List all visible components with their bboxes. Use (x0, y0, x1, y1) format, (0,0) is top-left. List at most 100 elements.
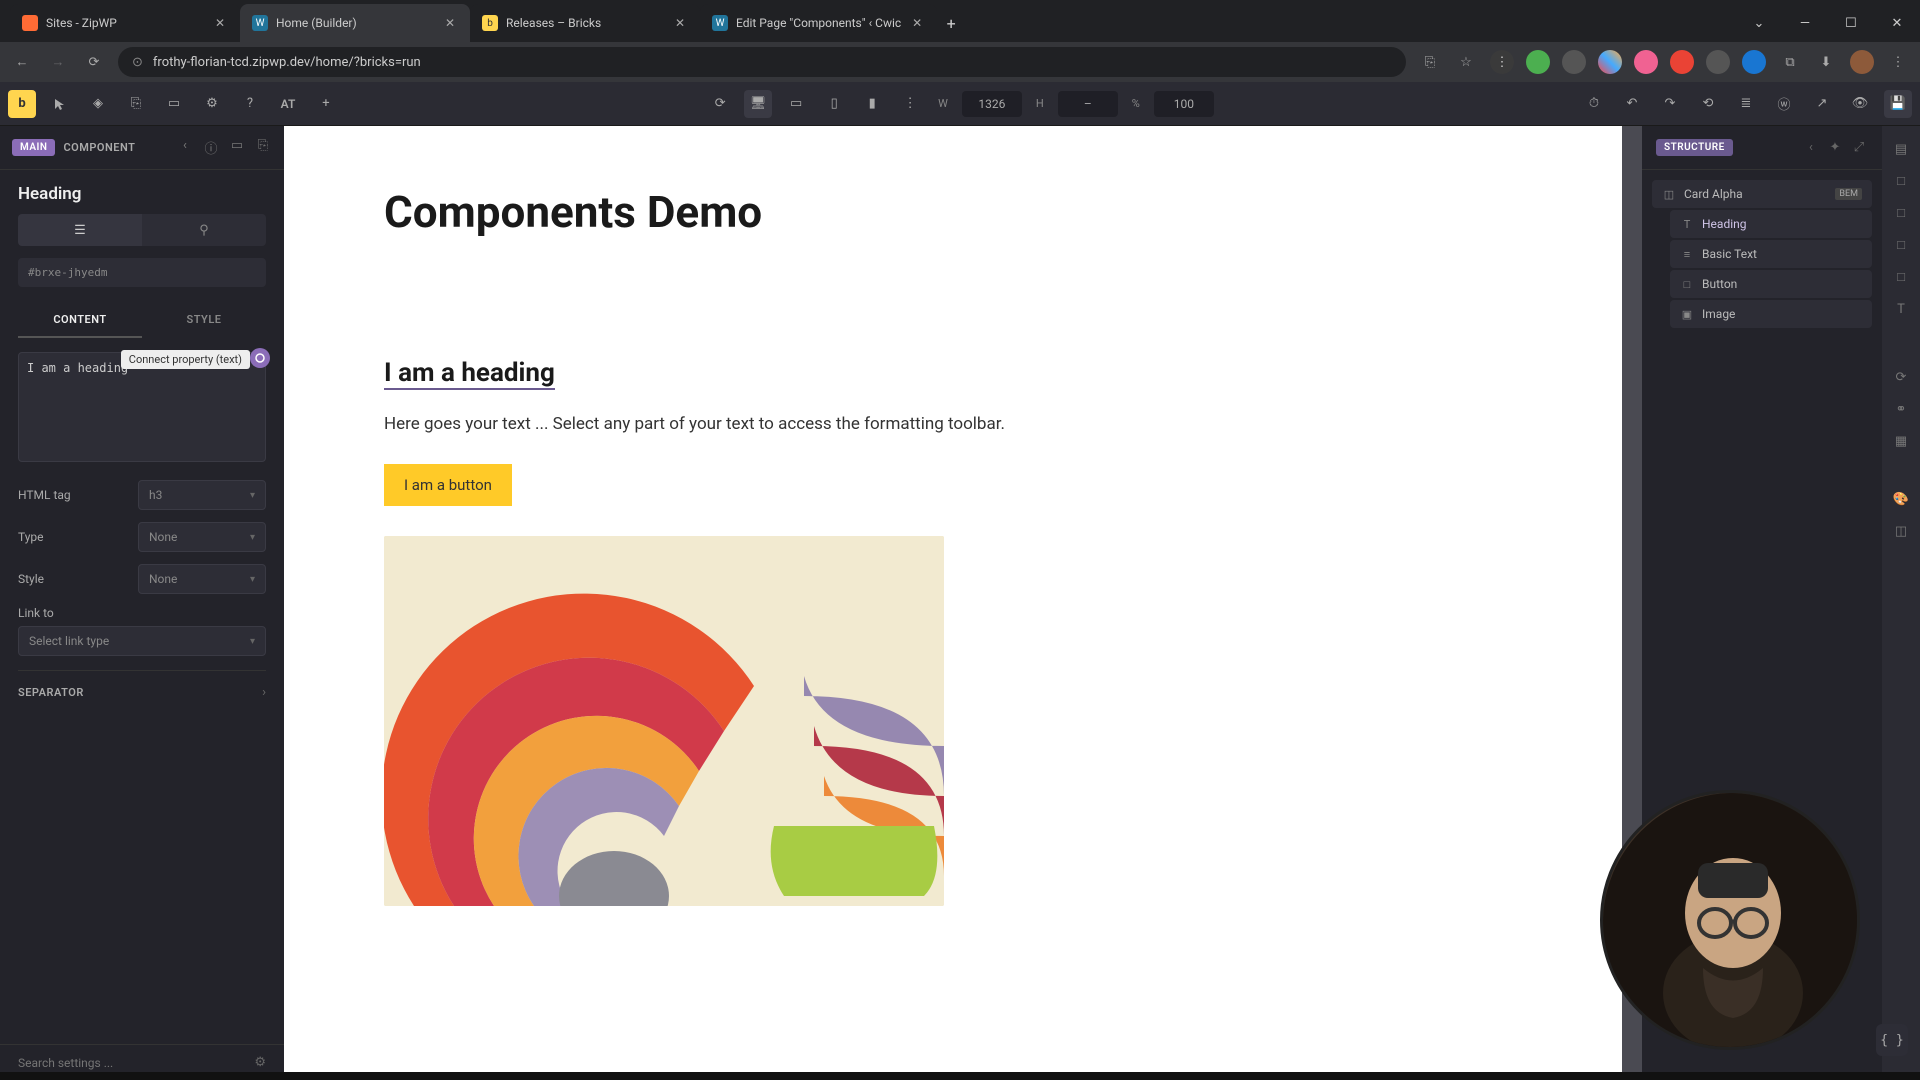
expand-icon[interactable]: ⤢ (1850, 140, 1868, 155)
tree-item-button[interactable]: □ Button (1670, 270, 1872, 298)
tab-releases[interactable]: b Releases – Bricks ✕ (470, 4, 700, 42)
site-info-icon[interactable]: ⊙ (132, 55, 143, 70)
extension-icon[interactable] (1598, 50, 1622, 74)
wordpress-icon[interactable]: ⓦ (1770, 90, 1798, 118)
code-toggle-button[interactable]: { } (1876, 1024, 1908, 1056)
rail-palette-icon[interactable]: 🎨 (1888, 486, 1914, 512)
width-input[interactable] (962, 91, 1022, 117)
tree-item-card-alpha[interactable]: ◫ Card Alpha BEM (1652, 180, 1872, 208)
rail-refresh-icon[interactable]: ⟳ (1888, 364, 1914, 390)
cursor-icon[interactable] (46, 90, 74, 118)
mobile-icon[interactable]: ▮ (858, 90, 886, 118)
folder-icon[interactable]: ▭ (160, 90, 188, 118)
back-icon[interactable]: ‹ (176, 138, 194, 157)
copy-icon[interactable]: ⎘ (122, 90, 150, 118)
minimize-icon[interactable]: — (1782, 4, 1828, 42)
extension-icon[interactable]: ⋮ (1490, 50, 1514, 74)
folder-icon[interactable]: ▭ (228, 138, 246, 157)
tablet-landscape-icon[interactable]: ▭ (782, 90, 810, 118)
gear-icon[interactable]: ⚙ (198, 90, 226, 118)
close-icon[interactable]: ✕ (442, 15, 458, 31)
rail-grid-icon[interactable]: ▦ (1888, 428, 1914, 454)
copy-icon[interactable]: ⎘ (254, 138, 272, 157)
close-icon[interactable]: ✕ (212, 15, 228, 31)
rail-box-icon[interactable]: □ (1888, 200, 1914, 226)
reload-icon[interactable]: ⟳ (82, 50, 106, 74)
undo-icon[interactable]: ↶ (1618, 90, 1646, 118)
tree-item-image[interactable]: ▣ Image (1670, 300, 1872, 328)
profile-avatar[interactable] (1850, 50, 1874, 74)
tablet-icon[interactable]: ▯ (820, 90, 848, 118)
help-icon[interactable]: ? (236, 90, 264, 118)
element-id-field[interactable]: #brxe-jhyedm (18, 258, 266, 287)
settings-gear-icon[interactable]: ⚙ (254, 1055, 266, 1070)
revisions-icon[interactable]: ⟲ (1694, 90, 1722, 118)
history-icon[interactable]: ⏱ (1580, 90, 1608, 118)
tree-item-basic-text[interactable]: ≡ Basic Text (1670, 240, 1872, 268)
action-icon[interactable]: ✦ (1826, 140, 1844, 155)
redo-icon[interactable]: ↷ (1656, 90, 1684, 118)
extension-icon[interactable] (1562, 50, 1586, 74)
desktop-icon[interactable]: 🖥 (744, 90, 772, 118)
rail-link-icon[interactable]: ⚭ (1888, 396, 1914, 422)
back-icon[interactable]: ← (10, 50, 34, 74)
close-icon[interactable]: ✕ (672, 15, 688, 31)
extension-icon[interactable] (1706, 50, 1730, 74)
rail-box-icon[interactable]: □ (1888, 168, 1914, 194)
external-link-icon[interactable]: ↗ (1808, 90, 1836, 118)
caret-down-icon[interactable]: ⌄ (1736, 4, 1782, 42)
bookmark-icon[interactable]: ☆ (1454, 50, 1478, 74)
close-window-icon[interactable]: ✕ (1874, 4, 1920, 42)
info-icon[interactable]: ⓘ (202, 138, 220, 157)
rail-text-icon[interactable]: T (1888, 296, 1914, 322)
save-icon[interactable]: 💾 (1884, 90, 1912, 118)
extension-icon[interactable] (1526, 50, 1550, 74)
download-icon[interactable]: ⬇ (1814, 50, 1838, 74)
layers-icon[interactable]: ≣ (1732, 90, 1760, 118)
shield-icon[interactable]: ◈ (84, 90, 112, 118)
list-view-tab[interactable]: ☰ (18, 214, 142, 246)
bricks-logo[interactable]: b (8, 90, 36, 118)
heading-element[interactable]: I am a heading (384, 358, 555, 390)
extension-icon[interactable] (1670, 50, 1694, 74)
extension-icon[interactable] (1742, 50, 1766, 74)
maximize-icon[interactable]: ☐ (1828, 4, 1874, 42)
image-element[interactable] (384, 536, 944, 906)
style-tab[interactable]: STYLE (142, 303, 266, 338)
search-settings-input[interactable] (18, 1056, 246, 1070)
connect-property-button[interactable] (250, 348, 270, 368)
tab-home-builder[interactable]: W Home (Builder) ✕ (240, 4, 470, 42)
url-bar[interactable]: ⊙ frothy-florian-tcd.zipwp.dev/home/?bri… (118, 47, 1406, 77)
sync-icon[interactable]: ⟳ (706, 90, 734, 118)
preview-icon[interactable]: 👁 (1846, 90, 1874, 118)
add-icon[interactable]: + (312, 90, 340, 118)
content-tab[interactable]: CONTENT (18, 303, 142, 338)
tree-item-heading[interactable]: T Heading (1670, 210, 1872, 238)
install-icon[interactable]: ⎘ (1418, 50, 1442, 74)
collapse-icon[interactable]: ‹ (1802, 140, 1820, 155)
tree-view-tab[interactable]: ⚲ (142, 214, 266, 246)
basic-text-element[interactable]: Here goes your text ... Select any part … (384, 414, 1522, 434)
page-title[interactable]: Components Demo (384, 186, 1522, 238)
more-icon[interactable]: ⋮ (896, 90, 924, 118)
rail-component-icon[interactable]: ◫ (1888, 518, 1914, 544)
button-element[interactable]: I am a button (384, 464, 512, 506)
menu-icon[interactable]: ⋮ (1886, 50, 1910, 74)
extension-icon[interactable] (1634, 50, 1658, 74)
rail-layers-icon[interactable]: ▤ (1888, 136, 1914, 162)
rail-box-icon[interactable]: □ (1888, 232, 1914, 258)
extensions-icon[interactable]: ⧉ (1778, 50, 1802, 74)
tab-edit-page[interactable]: W Edit Page "Components" ‹ Cwic ✕ (700, 4, 937, 42)
rail-box-icon[interactable]: □ (1888, 264, 1914, 290)
forward-icon[interactable]: → (46, 50, 70, 74)
height-input[interactable] (1058, 91, 1118, 117)
tab-sites[interactable]: Sites - ZipWP ✕ (10, 4, 240, 42)
zoom-input[interactable] (1154, 91, 1214, 117)
new-tab-button[interactable]: + (937, 4, 965, 42)
html-tag-select[interactable]: h3 ▾ (138, 480, 266, 510)
separator-section[interactable]: SEPARATOR › (18, 670, 266, 714)
canvas[interactable]: Components Demo I am a heading Here goes… (284, 126, 1622, 1080)
style-select[interactable]: None ▾ (138, 564, 266, 594)
close-icon[interactable]: ✕ (909, 15, 925, 31)
at-button[interactable]: AT (274, 90, 302, 118)
